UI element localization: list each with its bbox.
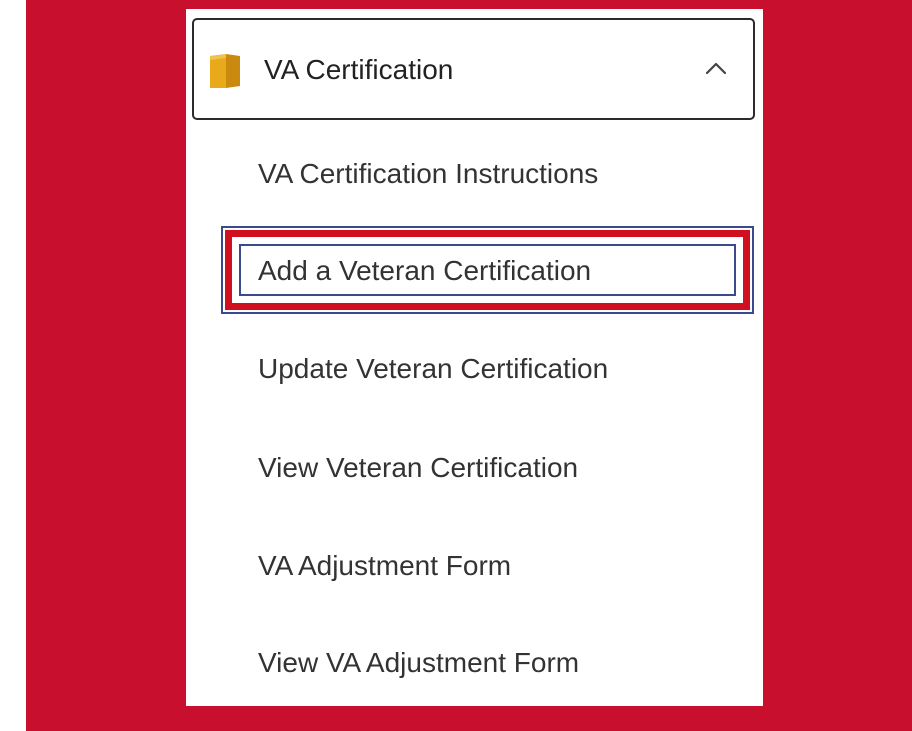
menu-item-va-adjustment-form[interactable]: VA Adjustment Form [258,546,511,586]
menu-item-va-certification-instructions[interactable]: VA Certification Instructions [258,154,598,194]
menu-item-add-veteran-certification[interactable]: Add a Veteran Certification [258,251,591,291]
folder-header-label: VA Certification [264,54,454,85]
menu-item-view-va-adjustment-form[interactable]: View VA Adjustment Form [258,643,579,683]
folder-header-va-certification[interactable]: VA Certification [192,18,755,120]
folder-icon [210,54,240,88]
menu-item-view-veteran-certification[interactable]: View Veteran Certification [258,448,578,488]
chevron-up-icon[interactable] [703,56,729,82]
menu-item-update-veteran-certification[interactable]: Update Veteran Certification [258,349,608,389]
